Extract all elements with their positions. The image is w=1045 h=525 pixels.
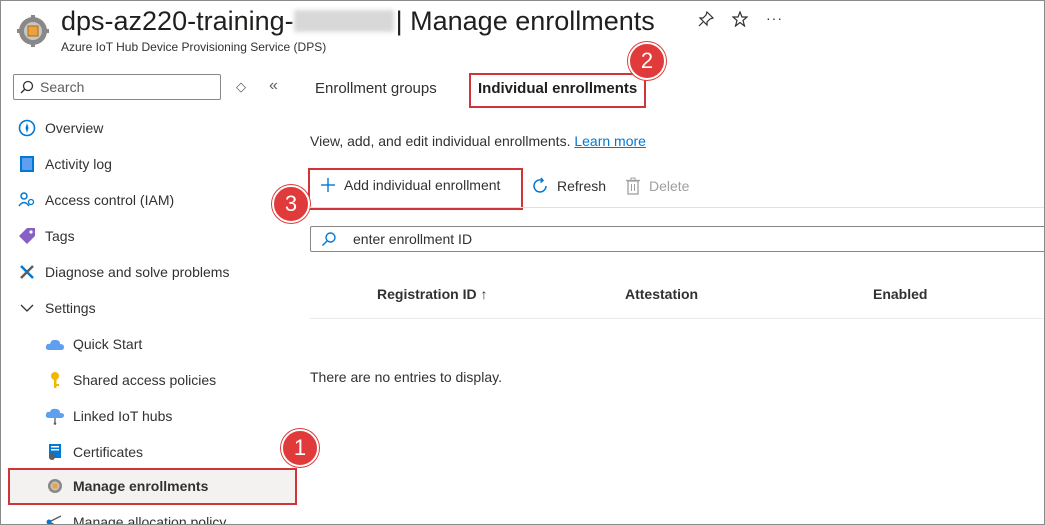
enrollment-filter[interactable]: [310, 226, 1044, 252]
key-icon: [45, 370, 65, 390]
linked-hub-icon: [45, 406, 65, 426]
sidebar-item-certificates[interactable]: Certificates: [45, 435, 143, 469]
resource-name: dps-az220-training-: [61, 6, 294, 36]
sidebar-item-diagnose[interactable]: Diagnose and solve problems: [17, 255, 229, 289]
sidebar-item-label: Certificates: [73, 444, 144, 460]
sidebar-item-label: Access control (IAM): [45, 192, 175, 208]
callout-badge-2: 2: [628, 42, 666, 80]
enrollment-id-input[interactable]: [351, 230, 955, 248]
sidebar-item-tags[interactable]: Tags: [17, 219, 75, 253]
trash-icon: [625, 177, 641, 195]
ellipsis-icon[interactable]: ···: [766, 11, 783, 32]
callout-box-3: [308, 168, 523, 210]
page-title-suffix: | Manage enrollments: [395, 6, 655, 36]
overview-icon: [17, 118, 37, 138]
page-title: dps-az220-training- | Manage enrollments: [61, 3, 655, 39]
sidebar-item-label: Settings: [45, 300, 96, 316]
search-icon: [322, 232, 336, 246]
column-enabled[interactable]: Enabled: [873, 286, 927, 302]
sidebar-item-activity-log[interactable]: Activity log: [17, 147, 112, 181]
description-text: View, add, and edit individual enrollmen…: [310, 133, 571, 149]
sidebar-item-linked-hubs[interactable]: Linked IoT hubs: [45, 399, 172, 433]
tab-enrollment-groups[interactable]: Enrollment groups: [315, 80, 437, 97]
callout-box-1: [8, 468, 297, 505]
sidebar-item-label: Overview: [45, 120, 104, 136]
learn-more-link[interactable]: Learn more: [574, 133, 646, 149]
pin-icon[interactable]: [698, 10, 715, 32]
page-subtitle: Azure IoT Hub Device Provisioning Servic…: [61, 40, 327, 54]
certificate-icon: [45, 442, 65, 462]
dps-service-icon: [17, 15, 49, 47]
header-actions: ···: [698, 10, 783, 32]
delete-button[interactable]: Delete: [625, 177, 689, 195]
callout-badge-3: 3: [272, 185, 310, 223]
collapse-sidebar-icon[interactable]: «: [269, 77, 278, 95]
callout-badge-1: 1: [281, 429, 319, 467]
sidebar-search-input[interactable]: [38, 78, 212, 96]
page-description: View, add, and edit individual enrollmen…: [310, 133, 646, 149]
collapse-toggle-icon[interactable]: ◇: [236, 79, 246, 95]
wrench-icon: [17, 262, 37, 282]
refresh-icon: [531, 177, 549, 195]
refresh-button-label: Refresh: [557, 178, 607, 194]
sidebar-group-settings[interactable]: Settings: [17, 291, 96, 325]
toolbar-divider: [310, 207, 1044, 208]
sidebar-search[interactable]: [13, 74, 221, 100]
sidebar-item-overview[interactable]: Overview: [17, 111, 103, 145]
sidebar-item-quick-start[interactable]: Quick Start: [45, 327, 142, 361]
sidebar-item-label: Diagnose and solve problems: [45, 264, 230, 280]
sidebar-item-label: Tags: [45, 228, 75, 244]
table-header-divider: [310, 318, 1044, 319]
sidebar-item-label: Shared access policies: [73, 372, 217, 388]
redacted-name: [293, 10, 394, 32]
column-attestation[interactable]: Attestation: [625, 286, 698, 302]
activity-log-icon: [17, 154, 37, 174]
allocation-icon: [45, 512, 65, 524]
tag-icon: [17, 226, 37, 246]
delete-button-label: Delete: [649, 178, 690, 194]
sidebar-item-label: Manage allocation policy: [73, 514, 227, 525]
sidebar-item-label: Activity log: [45, 156, 112, 172]
sidebar-item-allocation-policy[interactable]: Manage allocation policy: [45, 505, 227, 525]
sidebar-item-label: Quick Start: [73, 336, 143, 352]
column-registration-id[interactable]: Registration ID ↑: [377, 286, 487, 302]
callout-box-2: [469, 73, 646, 108]
empty-table-message: There are no entries to display.: [310, 369, 502, 385]
iam-icon: [17, 190, 37, 210]
star-icon[interactable]: [731, 10, 749, 32]
sidebar-item-label: Linked IoT hubs: [73, 408, 173, 424]
search-icon: [20, 80, 34, 94]
chevron-down-icon: [17, 298, 37, 318]
sidebar-item-iam[interactable]: Access control (IAM): [17, 183, 174, 217]
cloud-icon: [45, 334, 65, 354]
portal-frame: dps-az220-training- | Manage enrollments …: [0, 0, 1045, 525]
sidebar-item-shared-access[interactable]: Shared access policies: [45, 363, 216, 397]
refresh-button[interactable]: Refresh: [531, 177, 606, 195]
